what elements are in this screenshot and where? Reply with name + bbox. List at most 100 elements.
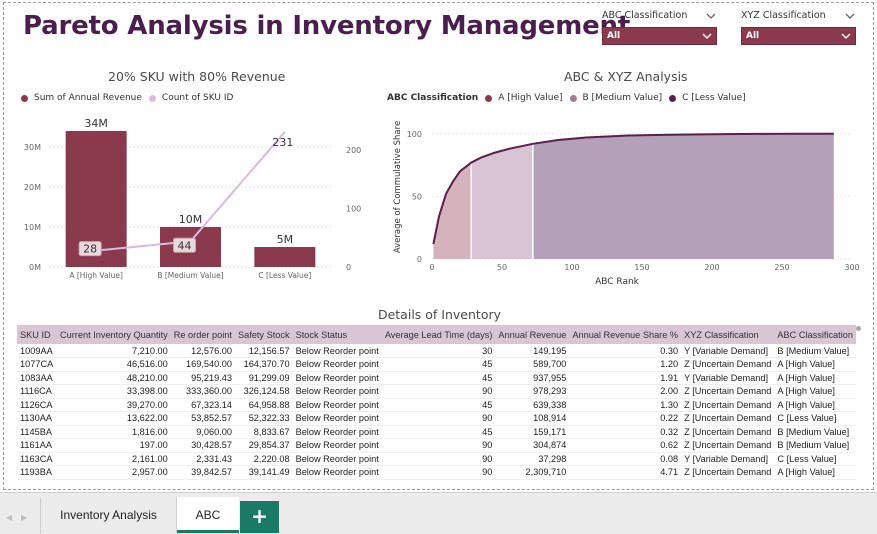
col-stock-status[interactable]: Stock Status (292, 325, 382, 344)
table-cell: 1163CA (17, 452, 57, 466)
col-abc-classification[interactable]: ABC Classification (774, 325, 856, 344)
table-cell: 37,298 (495, 452, 570, 466)
col-annual-revenue[interactable]: Annual Revenue (495, 325, 570, 344)
table-cell: 333,360.00 (170, 384, 235, 399)
scroll-right-icon[interactable]: ▶ (21, 513, 27, 522)
abc-legend: ABC Classification A [High Value] B [Med… (387, 93, 746, 103)
table-cell: 197.00 (57, 438, 171, 453)
slicer-xyz-classification[interactable]: XYZ Classification All (741, 9, 856, 45)
table-row[interactable]: 1130AA 13,622.00 53,852.57 52,322.33 Below R… (17, 411, 856, 426)
table-cell: 90 (381, 411, 496, 426)
col-lead-time[interactable]: Average Lead Time (days) (381, 325, 496, 344)
table-cell: Z [Uncertain Demand (681, 425, 775, 439)
table-row[interactable]: 1116CA 33,398.00 333,360.00 326,124.58 Below… (17, 384, 856, 399)
table-cell: 91,299.09 (234, 371, 293, 385)
table-cell: 7,210.00 (57, 344, 171, 358)
col-reorder-point[interactable]: Re order point (170, 325, 235, 344)
table-cell: 978,293 (495, 384, 570, 399)
abc-chart[interactable]: 0 50 100 0 50 100 150 200 250 300 Average of Commu… (382, 107, 867, 287)
table-cell: 45 (381, 398, 496, 412)
page-title: Pareto Analysis in Inventory Management (23, 11, 631, 41)
scroll-left-icon[interactable]: ◀ (6, 513, 12, 522)
count-data-label: 44 (178, 239, 192, 252)
table-cell: B [Medium Value] (774, 438, 856, 453)
table-cell: 12,576.00 (170, 344, 235, 358)
table-row[interactable]: 1145BA 1,816.00 9,060.00 8,833.67 Below Reor… (17, 425, 856, 439)
pareto-chart[interactable]: 0M 10M 20M 30M 0 100 200 34M A [High Value] 10M B … (14, 107, 369, 287)
add-page-button[interactable]: + (240, 501, 279, 533)
x-tick-label: 200 (704, 263, 719, 272)
table-row[interactable]: 1083AA 48,210.00 95,219.43 91,299.09 Below R… (17, 371, 856, 385)
col-sku-id[interactable]: SKU ID (17, 325, 57, 344)
chevron-down-icon[interactable] (705, 10, 717, 22)
table-header-row: SKU ID Current Inventory Quantity Re ord… (17, 325, 856, 344)
table-cell: Below Reorder point (292, 411, 382, 426)
table-cell: 30 (381, 344, 496, 358)
table-cell: 639,338 (495, 398, 570, 412)
table-cell: 45 (381, 357, 496, 372)
table-row[interactable]: 1009AA 7,210.00 12,576.00 12,156.57 Below Re… (17, 344, 856, 358)
table-row[interactable]: 1163CA 2,161.00 2,331.43 2,220.08 Below Reor… (17, 452, 856, 466)
y-axis-title: Average of Commulative Share (393, 121, 403, 253)
table-title: Details of Inventory (377, 307, 502, 322)
x-tick-label: 0 (429, 263, 434, 272)
table-cell: Below Reorder point (292, 452, 382, 466)
table-cell: 1126CA (17, 398, 57, 412)
table-cell: Below Reorder point (292, 344, 382, 358)
table-cell: 53,852.57 (170, 411, 235, 426)
legend-item-a[interactable]: A [High Value] (498, 93, 562, 103)
abc-dropdown[interactable]: All (602, 27, 717, 45)
col-xyz-classification[interactable]: XYZ Classification (681, 325, 775, 344)
table-cell: Below Reorder point (292, 384, 382, 399)
legend-item-c[interactable]: C [Less Value] (682, 93, 746, 103)
tab-inventory-analysis[interactable]: Inventory Analysis (40, 497, 177, 533)
table-cell: 39,842.57 (170, 465, 235, 480)
table-cell: 589,700 (495, 357, 570, 372)
table-row[interactable]: 1126CA 39,270.00 67,323.14 64,958.88 Below R… (17, 398, 856, 412)
pareto-legend: Sum of Annual Revenue Count of SKU ID (21, 93, 233, 103)
table-cell: 169,540.00 (170, 357, 235, 372)
legend-item-revenue[interactable]: Sum of Annual Revenue (34, 93, 142, 103)
slicer-label: ABC Classification (602, 9, 717, 23)
table-cell: 2.00 (569, 384, 682, 399)
table-cell: 0.08 (569, 452, 682, 466)
slicer-abc-classification[interactable]: ABC Classification All (602, 9, 717, 45)
chevron-down-icon (702, 33, 712, 40)
x-tick-label: 300 (844, 263, 859, 272)
table-cell: 52,322.33 (234, 411, 293, 426)
xyz-dropdown[interactable]: All (741, 27, 856, 45)
table-cell: 95,219.43 (170, 371, 235, 385)
table-cell: A [High Value] (774, 371, 856, 385)
table-row[interactable]: 1193BA 2,957.00 39,842.57 39,141.49 Below Re… (17, 465, 856, 480)
x-tick-label: 100 (564, 263, 579, 272)
table-cell: 9,060.00 (170, 425, 235, 439)
y-tick-label: 0M (29, 263, 41, 272)
table-cell: Below Reorder point (292, 357, 382, 372)
col-revenue-share[interactable]: Annual Revenue Share % (569, 325, 682, 344)
table-cell: B [Medium Value] (774, 425, 856, 439)
table-row[interactable]: 1161AA 197.00 30,428.57 29,854.37 Below Reor… (17, 438, 856, 453)
table-cell: 1145BA (17, 425, 57, 439)
table-row[interactable]: 1077CA 46,516.00 169,540.00 164,370.70 Below… (17, 357, 856, 372)
table-cell: 90 (381, 465, 496, 480)
table-cell: C [Less Value] (774, 411, 856, 426)
tab-abc[interactable]: ABC (177, 497, 239, 533)
table-cell: 39,141.49 (234, 465, 293, 480)
table-cell: 2,220.08 (234, 452, 293, 466)
table-cell: 13,622.00 (57, 411, 171, 426)
table-cell: 2,331.43 (170, 452, 235, 466)
col-safety-stock[interactable]: Safety Stock (234, 325, 293, 344)
y2-tick-label: 100 (346, 205, 361, 214)
legend-marker (21, 94, 28, 102)
legend-item-count[interactable]: Count of SKU ID (162, 93, 234, 103)
x-tick-label: C [Less Value] (258, 271, 311, 280)
col-current-inventory[interactable]: Current Inventory Quantity (57, 325, 171, 344)
bar-c (254, 247, 316, 267)
legend-item-b[interactable]: B [Medium Value] (583, 93, 663, 103)
y-tick-label: 50 (412, 192, 422, 201)
scrollbar-handle[interactable] (856, 326, 861, 331)
pareto-chart-title: 20% SKU with 80% Revenue (108, 69, 286, 84)
table-cell: 4.71 (569, 465, 682, 480)
chevron-down-icon[interactable] (844, 10, 856, 22)
y2-tick-label: 0 (346, 263, 351, 272)
